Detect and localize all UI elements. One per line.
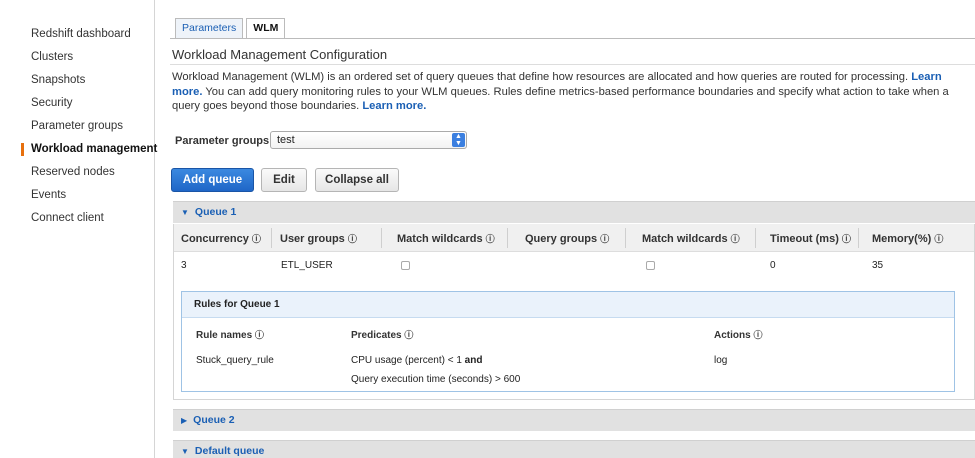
page-title: Workload Management Configuration bbox=[172, 47, 388, 62]
info-icon[interactable]: ⓘ bbox=[404, 330, 413, 340]
sidebar-item-snapshots[interactable]: Snapshots bbox=[31, 74, 85, 86]
header-query-groups: Query groups ⓘ bbox=[525, 233, 610, 245]
header-timeout: Timeout (ms) ⓘ bbox=[770, 233, 851, 245]
match-wildcards-checkbox-1[interactable] bbox=[401, 261, 410, 270]
sidebar: Redshift dashboard Clusters Snapshots Se… bbox=[0, 0, 157, 458]
active-nav-marker bbox=[21, 143, 24, 156]
header-actions: Actions ⓘ bbox=[714, 330, 763, 341]
predicate-joiner: and bbox=[464, 355, 483, 366]
column-divider bbox=[858, 228, 859, 248]
info-icon[interactable]: ⓘ bbox=[255, 330, 264, 340]
column-divider bbox=[381, 228, 382, 248]
rules-panel: Rules for Queue 1 Rule names ⓘ Predicate… bbox=[181, 291, 955, 392]
queue-1-label: Queue 1 bbox=[194, 206, 237, 218]
column-divider bbox=[625, 228, 626, 248]
caret-down-icon: ▼ bbox=[181, 208, 189, 217]
description-text-2: You can add query monitoring rules to yo… bbox=[172, 85, 949, 113]
info-icon[interactable]: ⓘ bbox=[486, 234, 495, 244]
tab-wlm[interactable]: WLM bbox=[246, 18, 286, 39]
queue-2-header[interactable]: ▶ Queue 2 bbox=[173, 409, 975, 431]
info-icon[interactable]: ⓘ bbox=[600, 234, 609, 244]
queue-2-label: Queue 2 bbox=[193, 414, 235, 426]
add-queue-button[interactable]: Add queue bbox=[171, 168, 254, 192]
header-rule-names: Rule names ⓘ bbox=[196, 330, 264, 341]
info-icon[interactable]: ⓘ bbox=[842, 234, 851, 244]
sidebar-item-connect-client[interactable]: Connect client bbox=[31, 212, 104, 224]
default-queue-label: Default queue bbox=[194, 445, 265, 457]
queue-1-panel: Concurrency ⓘ User groups ⓘ Match wildca… bbox=[173, 224, 975, 400]
header-match-wildcards-1: Match wildcards ⓘ bbox=[397, 233, 495, 245]
header-predicates: Predicates ⓘ bbox=[351, 330, 414, 341]
header-user-groups: User groups ⓘ bbox=[280, 233, 357, 245]
sidebar-item-redshift-dashboard[interactable]: Redshift dashboard bbox=[31, 28, 131, 40]
parameter-groups-select[interactable]: test ▲ ▼ bbox=[270, 131, 467, 149]
learn-more-link-2[interactable]: Learn more. bbox=[362, 100, 426, 112]
header-memory: Memory(%) ⓘ bbox=[872, 233, 944, 245]
main-content: Parameters WLM Workload Management Confi… bbox=[170, 0, 975, 458]
tab-bar: Parameters WLM bbox=[175, 18, 288, 39]
caret-right-icon: ▶ bbox=[181, 416, 188, 425]
cell-memory: 35 bbox=[872, 260, 884, 271]
tab-divider bbox=[170, 38, 975, 39]
queue-1-header[interactable]: ▼ Queue 1 bbox=[173, 201, 975, 223]
cell-concurrency: 3 bbox=[181, 260, 187, 271]
parameter-groups-selected-value: test bbox=[277, 134, 295, 146]
rules-title: Rules for Queue 1 bbox=[182, 292, 954, 318]
description: Workload Management (WLM) is an ordered … bbox=[172, 70, 962, 114]
edit-button[interactable]: Edit bbox=[261, 168, 307, 192]
info-icon[interactable]: ⓘ bbox=[934, 234, 943, 244]
default-queue-header[interactable]: ▼ Default queue bbox=[173, 440, 975, 458]
queue-table-header: Concurrency ⓘ User groups ⓘ Match wildca… bbox=[174, 224, 974, 252]
sidebar-item-workload-management[interactable]: Workload management bbox=[31, 143, 157, 155]
rule-predicate-2: Query execution time (seconds) > 600 bbox=[351, 374, 521, 385]
cell-user-groups: ETL_USER bbox=[281, 260, 333, 271]
sidebar-item-reserved-nodes[interactable]: Reserved nodes bbox=[31, 166, 115, 178]
sidebar-item-clusters[interactable]: Clusters bbox=[31, 51, 73, 63]
sidebar-item-events[interactable]: Events bbox=[31, 189, 66, 201]
column-divider bbox=[271, 228, 272, 248]
select-arrows-icon: ▲ ▼ bbox=[452, 133, 465, 147]
info-icon[interactable]: ⓘ bbox=[348, 234, 357, 244]
match-wildcards-checkbox-2[interactable] bbox=[646, 261, 655, 270]
sidebar-item-parameter-groups[interactable]: Parameter groups bbox=[31, 120, 123, 132]
column-divider bbox=[507, 228, 508, 248]
rule-name: Stuck_query_rule bbox=[196, 355, 274, 366]
info-icon[interactable]: ⓘ bbox=[753, 330, 762, 340]
sidebar-item-security[interactable]: Security bbox=[31, 97, 73, 109]
rule-action: log bbox=[714, 355, 728, 366]
tab-parameters[interactable]: Parameters bbox=[175, 18, 244, 39]
parameter-groups-label: Parameter groups bbox=[175, 135, 270, 147]
title-divider bbox=[170, 64, 975, 65]
description-text-1: Workload Management (WLM) is an ordered … bbox=[172, 71, 909, 83]
info-icon[interactable]: ⓘ bbox=[731, 234, 740, 244]
collapse-all-button[interactable]: Collapse all bbox=[315, 168, 399, 192]
column-divider bbox=[755, 228, 756, 248]
header-concurrency: Concurrency ⓘ bbox=[181, 233, 261, 245]
header-match-wildcards-2: Match wildcards ⓘ bbox=[642, 233, 740, 245]
cell-timeout: 0 bbox=[770, 260, 776, 271]
info-icon[interactable]: ⓘ bbox=[252, 234, 261, 244]
caret-down-icon: ▼ bbox=[181, 447, 189, 456]
rule-predicate-1: CPU usage (percent) < 1 and bbox=[351, 355, 483, 366]
